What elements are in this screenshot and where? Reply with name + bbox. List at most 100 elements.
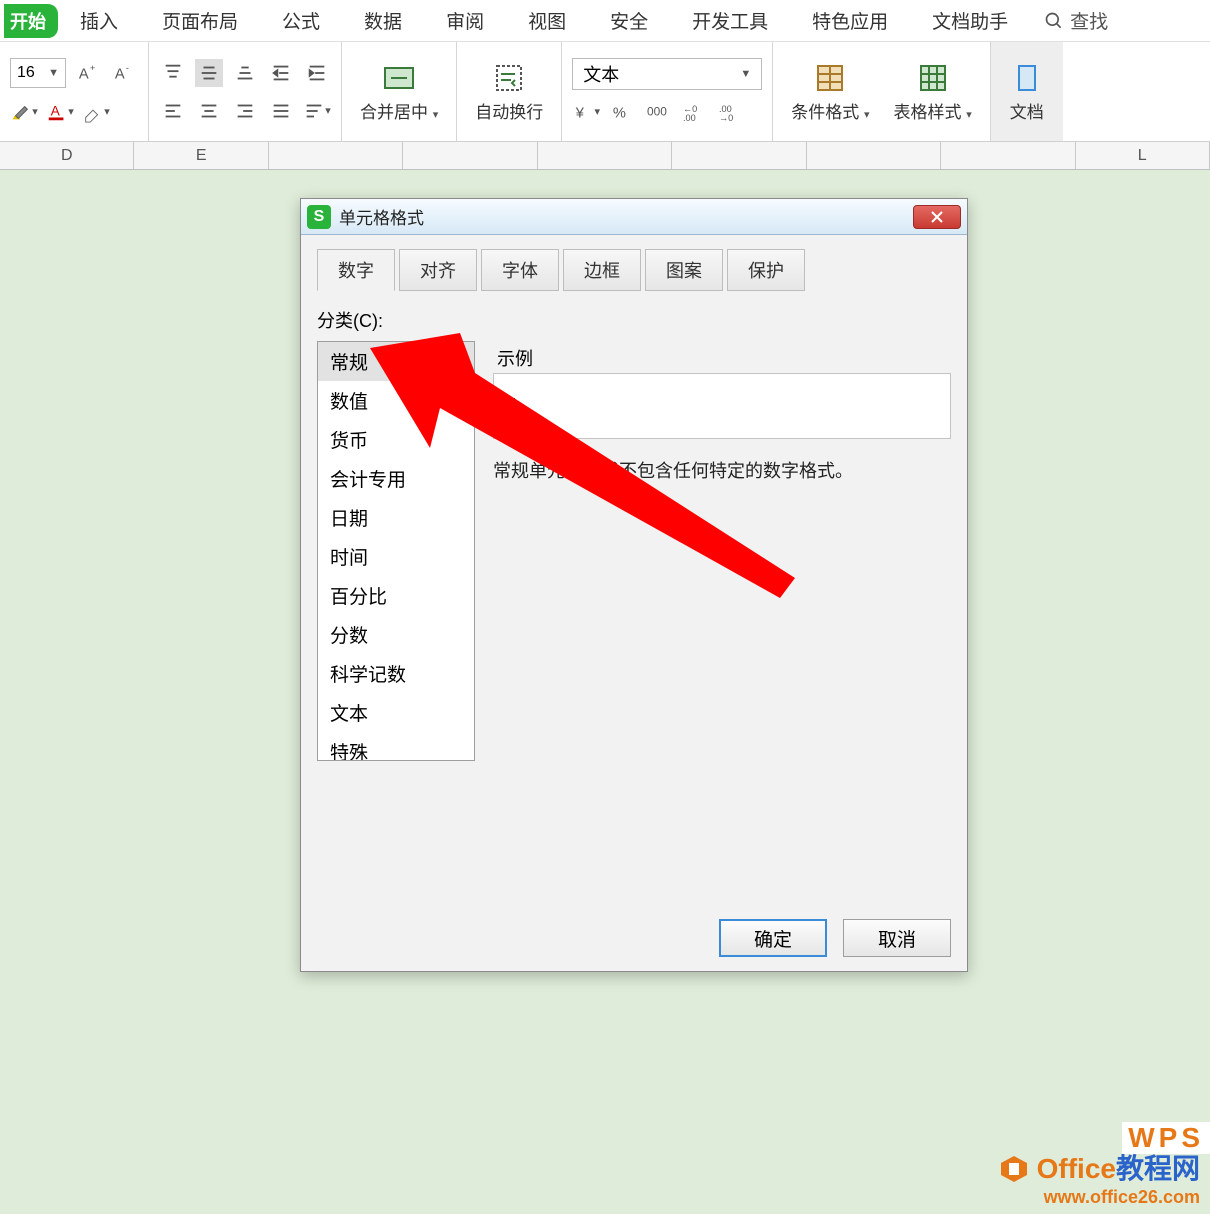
menu-home[interactable]: 开始 [4,4,58,38]
format-description: 常规单元格格式不包含任何特定的数字格式。 [493,457,951,483]
cell-format-dialog: S 单元格格式 数字 对齐 字体 边框 图案 保护 分类(C): 常规 数值 货… [300,198,968,972]
eraser-icon[interactable]: ▾ [82,98,110,126]
format-detail-pane: 示例 1 常规单元格格式不包含任何特定的数字格式。 [493,341,951,905]
align-justify-icon[interactable] [267,97,295,125]
align-top-icon[interactable] [159,59,187,87]
svg-text:.00: .00 [683,113,696,123]
wrap-label: 自动换行 [475,98,543,123]
svg-text:%: % [613,105,626,121]
cat-special[interactable]: 特殊 [318,732,474,761]
category-list[interactable]: 常规 数值 货币 会计专用 日期 时间 百分比 分数 科学记数 文本 特殊 自定… [317,341,475,761]
col-J[interactable] [807,142,941,169]
svg-text:→0: →0 [719,113,733,123]
watermark-url: www.office26.com [999,1187,1200,1208]
cat-currency[interactable]: 货币 [318,420,474,459]
align-left-icon[interactable] [159,97,187,125]
tab-font[interactable]: 字体 [481,249,559,291]
number-format-select[interactable]: 文本 ▼ [572,58,762,90]
svg-text:A: A [79,66,89,82]
cat-date[interactable]: 日期 [318,498,474,537]
sample-value: 1 [508,395,519,418]
menu-special[interactable]: 特色应用 [790,7,910,34]
menu-security[interactable]: 安全 [588,7,670,34]
menu-pagelayout[interactable]: 页面布局 [140,7,260,34]
align-middle-icon[interactable] [195,59,223,87]
tblstyle-label: 表格样式 [894,103,962,122]
chevron-down-icon: ▼ [48,67,59,79]
cat-number[interactable]: 数值 [318,381,474,420]
dialog-titlebar[interactable]: S 单元格格式 [301,199,967,235]
menu-view[interactable]: 视图 [506,7,588,34]
svg-text:+: + [90,63,95,73]
col-D[interactable]: D [0,142,134,169]
menu-review[interactable]: 审阅 [424,7,506,34]
tab-number[interactable]: 数字 [317,249,395,291]
menu-data[interactable]: 数据 [342,7,424,34]
col-E[interactable]: E [134,142,268,169]
tab-pattern[interactable]: 图案 [645,249,723,291]
increase-font-icon[interactable]: A+ [74,59,102,87]
ok-button[interactable]: 确定 [719,919,827,957]
col-F[interactable] [269,142,403,169]
ribbon-wrap-group: 自动换行 [457,42,562,141]
cat-time[interactable]: 时间 [318,537,474,576]
search-box[interactable]: 查找 [1030,7,1122,34]
number-format-value: 文本 [583,61,619,87]
sample-label: 示例 [497,345,951,371]
table-style-button[interactable]: 表格样式 ▾ [886,60,980,123]
orientation-icon[interactable]: ▾ [303,97,331,125]
percent-icon[interactable]: % [608,98,636,126]
merge-center-button[interactable]: 合并居中 ▾ [352,60,446,123]
dialog-title: 单元格格式 [339,204,424,229]
col-G[interactable] [403,142,537,169]
condfmt-label: 条件格式 [791,103,859,122]
cat-scientific[interactable]: 科学记数 [318,654,474,693]
menu-bar: 开始 插入 页面布局 公式 数据 审阅 视图 安全 开发工具 特色应用 文档助手… [0,0,1210,42]
align-center-icon[interactable] [195,97,223,125]
search-icon [1044,11,1064,31]
conditional-format-button[interactable]: 条件格式 ▾ [783,60,877,123]
ribbon-doc-group: 文档 [991,42,1063,141]
tab-border[interactable]: 边框 [563,249,641,291]
ribbon-styles-group: 条件格式 ▾ 表格样式 ▾ [773,42,991,141]
align-bottom-icon[interactable] [231,59,259,87]
indent-increase-icon[interactable] [303,59,331,87]
doc-format-button[interactable]: 文档 [1001,60,1053,123]
indent-decrease-icon[interactable] [267,59,295,87]
cat-text[interactable]: 文本 [318,693,474,732]
decrease-font-icon[interactable]: A- [110,59,138,87]
wrap-text-button[interactable]: 自动换行 [467,60,551,123]
col-K[interactable] [941,142,1075,169]
menu-formula[interactable]: 公式 [260,7,342,34]
close-button[interactable] [913,205,961,229]
ribbon-number-group: 文本 ▼ ¥▾ % 000 ←0.00 .00→0 [562,42,773,141]
decrease-decimal-icon[interactable]: .00→0 [716,98,744,126]
tab-align[interactable]: 对齐 [399,249,477,291]
menu-insert[interactable]: 插入 [58,7,140,34]
col-I[interactable] [672,142,806,169]
cat-percentage[interactable]: 百分比 [318,576,474,615]
search-label: 查找 [1070,7,1108,34]
cat-general[interactable]: 常规 [318,342,474,381]
ribbon-merge-group: 合并居中 ▾ [342,42,457,141]
cat-accounting[interactable]: 会计专用 [318,459,474,498]
menu-dochelp[interactable]: 文档助手 [910,7,1030,34]
font-size-select[interactable]: 16 ▼ [10,58,66,88]
align-right-icon[interactable] [231,97,259,125]
font-color-icon[interactable]: A▾ [46,98,74,126]
category-label: 分类(C): [317,307,951,333]
column-headers: D E L [0,142,1210,170]
col-H[interactable] [538,142,672,169]
tab-protect[interactable]: 保护 [727,249,805,291]
cancel-button[interactable]: 取消 [843,919,951,957]
increase-decimal-icon[interactable]: ←0.00 [680,98,708,126]
dialog-tabs: 数字 对齐 字体 边框 图案 保护 [317,249,951,291]
currency-icon[interactable]: ¥▾ [572,98,600,126]
svg-text:A: A [51,103,61,118]
col-L[interactable]: L [1076,142,1210,169]
comma-icon[interactable]: 000 [644,98,672,126]
menu-devtools[interactable]: 开发工具 [670,7,790,34]
sample-box: 1 [493,373,951,439]
highlight-icon[interactable]: ▾ [10,98,38,126]
cat-fraction[interactable]: 分数 [318,615,474,654]
